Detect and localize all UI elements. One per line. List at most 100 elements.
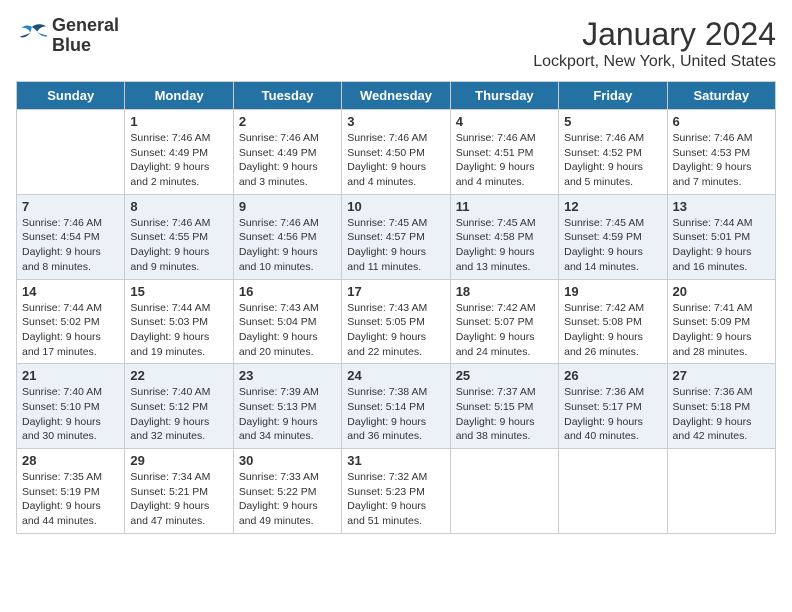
calendar-cell: 11 Sunrise: 7:45 AM Sunset: 4:58 PM Dayli… <box>450 194 558 279</box>
cell-content: Sunrise: 7:46 AM Sunset: 4:55 PM Dayligh… <box>130 216 227 275</box>
cell-content: Sunrise: 7:46 AM Sunset: 4:54 PM Dayligh… <box>22 216 119 275</box>
cell-content: Sunrise: 7:43 AM Sunset: 5:05 PM Dayligh… <box>347 301 444 360</box>
calendar-cell: 18Sunrise: 7:42 AM Sunset: 5:07 PM Dayli… <box>450 279 558 364</box>
day-number: 19 <box>564 284 661 299</box>
day-number: 7 <box>22 199 119 214</box>
day-number: 15 <box>130 284 227 299</box>
calendar-table: Sunday Monday Tuesday Wednesday Thursday… <box>16 81 776 534</box>
cell-content: Sunrise: 7:46 AM Sunset: 4:56 PM Dayligh… <box>239 216 336 275</box>
day-number: 8 <box>130 199 227 214</box>
calendar-cell: 12 Sunrise: 7:45 AM Sunset: 4:59 PM Dayli… <box>559 194 667 279</box>
calendar-cell: 26 Sunrise: 7:36 AM Sunset: 5:17 PM Dayli… <box>559 364 667 449</box>
day-number: 2 <box>239 114 336 129</box>
calendar-cell: 27 Sunrise: 7:36 AM Sunset: 5:18 PM Dayli… <box>667 364 775 449</box>
cell-content: Sunrise: 7:37 AM Sunset: 5:15 PM Dayligh… <box>456 385 553 444</box>
calendar-cell: 4 Sunrise: 7:46 AM Sunset: 4:51 PM Daylig… <box>450 110 558 195</box>
day-number: 1 <box>130 114 227 129</box>
cell-content: Sunrise: 7:40 AM Sunset: 5:12 PM Dayligh… <box>130 385 227 444</box>
cell-content: Sunrise: 7:45 AM Sunset: 4:59 PM Dayligh… <box>564 216 661 275</box>
calendar-row: 1 Sunrise: 7:46 AM Sunset: 4:49 PM Daylig… <box>17 110 776 195</box>
calendar-cell <box>667 449 775 534</box>
cell-content: Sunrise: 7:40 AM Sunset: 5:10 PM Dayligh… <box>22 385 119 444</box>
day-number: 29 <box>130 453 227 468</box>
day-number: 18 <box>456 284 553 299</box>
page-header: General Blue January 2024 Lockport, New … <box>16 16 776 71</box>
cell-content: Sunrise: 7:41 AM Sunset: 5:09 PM Dayligh… <box>673 301 770 360</box>
calendar-cell: 24Sunrise: 7:38 AM Sunset: 5:14 PM Dayli… <box>342 364 450 449</box>
cell-content: Sunrise: 7:46 AM Sunset: 4:52 PM Dayligh… <box>564 131 661 190</box>
logo-text: General Blue <box>52 16 119 56</box>
cell-content: Sunrise: 7:32 AM Sunset: 5:23 PM Dayligh… <box>347 470 444 529</box>
calendar-cell: 28Sunrise: 7:35 AM Sunset: 5:19 PM Dayli… <box>17 449 125 534</box>
day-number: 11 <box>456 199 553 214</box>
col-thursday: Thursday <box>450 82 558 110</box>
calendar-cell: 13Sunrise: 7:44 AM Sunset: 5:01 PM Dayli… <box>667 194 775 279</box>
day-number: 25 <box>456 368 553 383</box>
day-number: 21 <box>22 368 119 383</box>
day-number: 27 <box>673 368 770 383</box>
calendar-row: 7 Sunrise: 7:46 AM Sunset: 4:54 PM Daylig… <box>17 194 776 279</box>
col-wednesday: Wednesday <box>342 82 450 110</box>
day-number: 6 <box>673 114 770 129</box>
cell-content: Sunrise: 7:36 AM Sunset: 5:17 PM Dayligh… <box>564 385 661 444</box>
calendar-cell: 10 Sunrise: 7:45 AM Sunset: 4:57 PM Dayli… <box>342 194 450 279</box>
day-number: 17 <box>347 284 444 299</box>
calendar-cell: 8 Sunrise: 7:46 AM Sunset: 4:55 PM Daylig… <box>125 194 233 279</box>
cell-content: Sunrise: 7:46 AM Sunset: 4:49 PM Dayligh… <box>130 131 227 190</box>
cell-content: Sunrise: 7:46 AM Sunset: 4:50 PM Dayligh… <box>347 131 444 190</box>
day-number: 5 <box>564 114 661 129</box>
logo: General Blue <box>16 16 119 56</box>
cell-content: Sunrise: 7:46 AM Sunset: 4:51 PM Dayligh… <box>456 131 553 190</box>
calendar-cell <box>559 449 667 534</box>
calendar-cell: 5 Sunrise: 7:46 AM Sunset: 4:52 PM Daylig… <box>559 110 667 195</box>
calendar-cell: 17 Sunrise: 7:43 AM Sunset: 5:05 PM Dayli… <box>342 279 450 364</box>
calendar-cell: 22 Sunrise: 7:40 AM Sunset: 5:12 PM Dayli… <box>125 364 233 449</box>
cell-content: Sunrise: 7:46 AM Sunset: 4:49 PM Dayligh… <box>239 131 336 190</box>
calendar-cell: 21 Sunrise: 7:40 AM Sunset: 5:10 PM Dayli… <box>17 364 125 449</box>
calendar-cell: 7 Sunrise: 7:46 AM Sunset: 4:54 PM Daylig… <box>17 194 125 279</box>
calendar-cell: 14Sunrise: 7:44 AM Sunset: 5:02 PM Dayli… <box>17 279 125 364</box>
calendar-header: Sunday Monday Tuesday Wednesday Thursday… <box>17 82 776 110</box>
calendar-row: 14Sunrise: 7:44 AM Sunset: 5:02 PM Dayli… <box>17 279 776 364</box>
col-monday: Monday <box>125 82 233 110</box>
header-row: Sunday Monday Tuesday Wednesday Thursday… <box>17 82 776 110</box>
calendar-body: 1 Sunrise: 7:46 AM Sunset: 4:49 PM Daylig… <box>17 110 776 534</box>
col-tuesday: Tuesday <box>233 82 341 110</box>
calendar-cell: 2 Sunrise: 7:46 AM Sunset: 4:49 PM Daylig… <box>233 110 341 195</box>
calendar-cell: 9 Sunrise: 7:46 AM Sunset: 4:56 PM Daylig… <box>233 194 341 279</box>
day-number: 28 <box>22 453 119 468</box>
calendar-cell: 16Sunrise: 7:43 AM Sunset: 5:04 PM Dayli… <box>233 279 341 364</box>
day-number: 16 <box>239 284 336 299</box>
day-number: 4 <box>456 114 553 129</box>
day-number: 20 <box>673 284 770 299</box>
day-number: 9 <box>239 199 336 214</box>
day-number: 3 <box>347 114 444 129</box>
day-number: 12 <box>564 199 661 214</box>
day-number: 22 <box>130 368 227 383</box>
day-number: 13 <box>673 199 770 214</box>
calendar-cell: 19 Sunrise: 7:42 AM Sunset: 5:08 PM Dayli… <box>559 279 667 364</box>
day-number: 23 <box>239 368 336 383</box>
cell-content: Sunrise: 7:39 AM Sunset: 5:13 PM Dayligh… <box>239 385 336 444</box>
calendar-cell: 1 Sunrise: 7:46 AM Sunset: 4:49 PM Daylig… <box>125 110 233 195</box>
cell-content: Sunrise: 7:45 AM Sunset: 4:57 PM Dayligh… <box>347 216 444 275</box>
calendar-cell: 3 Sunrise: 7:46 AM Sunset: 4:50 PM Daylig… <box>342 110 450 195</box>
cell-content: Sunrise: 7:44 AM Sunset: 5:03 PM Dayligh… <box>130 301 227 360</box>
cell-content: Sunrise: 7:34 AM Sunset: 5:21 PM Dayligh… <box>130 470 227 529</box>
cell-content: Sunrise: 7:45 AM Sunset: 4:58 PM Dayligh… <box>456 216 553 275</box>
day-number: 14 <box>22 284 119 299</box>
day-number: 31 <box>347 453 444 468</box>
cell-content: Sunrise: 7:42 AM Sunset: 5:08 PM Dayligh… <box>564 301 661 360</box>
cell-content: Sunrise: 7:33 AM Sunset: 5:22 PM Dayligh… <box>239 470 336 529</box>
cell-content: Sunrise: 7:36 AM Sunset: 5:18 PM Dayligh… <box>673 385 770 444</box>
calendar-cell: 29 Sunrise: 7:34 AM Sunset: 5:21 PM Dayli… <box>125 449 233 534</box>
day-number: 26 <box>564 368 661 383</box>
calendar-cell: 20 Sunrise: 7:41 AM Sunset: 5:09 PM Dayli… <box>667 279 775 364</box>
calendar-title: January 2024 <box>533 16 776 53</box>
col-sunday: Sunday <box>17 82 125 110</box>
calendar-cell <box>450 449 558 534</box>
col-friday: Friday <box>559 82 667 110</box>
calendar-cell: 31 Sunrise: 7:32 AM Sunset: 5:23 PM Dayli… <box>342 449 450 534</box>
calendar-cell: 25 Sunrise: 7:37 AM Sunset: 5:15 PM Dayli… <box>450 364 558 449</box>
day-number: 10 <box>347 199 444 214</box>
